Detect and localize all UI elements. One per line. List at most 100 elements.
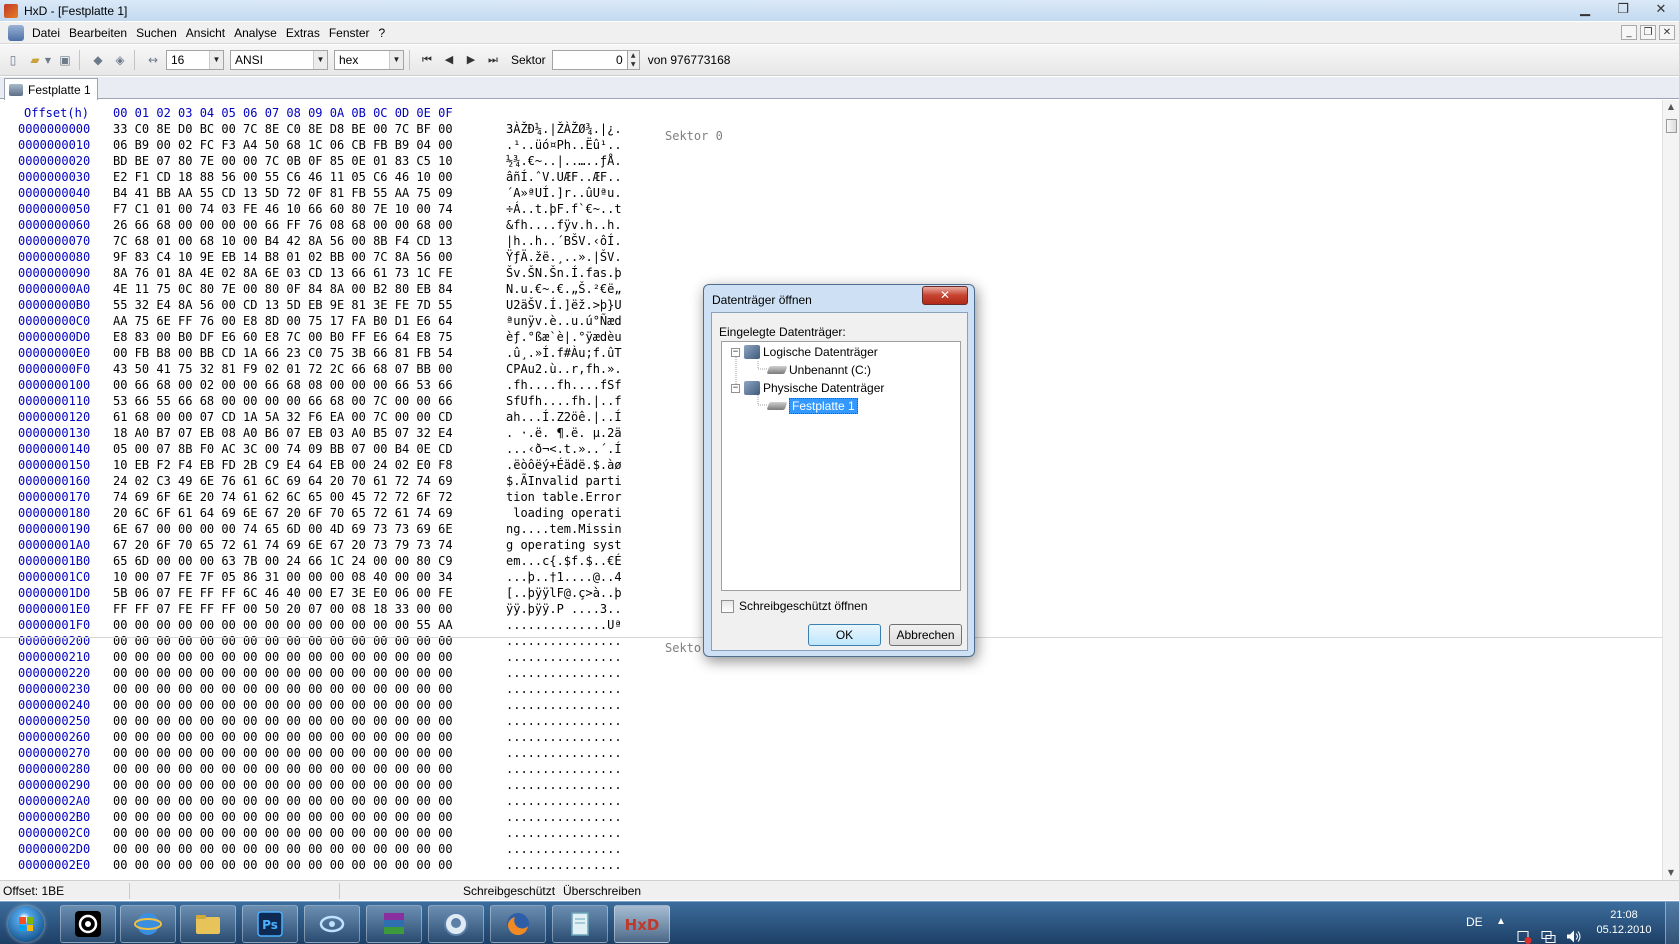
row-offset[interactable]: 0000000260 <box>18 729 90 745</box>
open-folder-icon[interactable]: ▰ <box>26 51 44 69</box>
row-offset[interactable]: 0000000220 <box>18 665 90 681</box>
row-offset[interactable]: 0000000180 <box>18 505 90 521</box>
vertical-scrollbar[interactable]: ▲ ▼ <box>1662 100 1679 880</box>
row-text[interactable]: ................ <box>506 649 622 665</box>
network-icon[interactable] <box>1540 915 1556 944</box>
row-offset[interactable]: 0000000000 <box>18 121 90 137</box>
row-offset[interactable]: 0000000080 <box>18 249 90 265</box>
row-hex-bytes[interactable]: 05 00 07 8B F0 AC 3C 00 74 09 BB 07 00 B… <box>113 441 453 457</box>
row-hex-bytes[interactable]: 74 69 6F 6E 20 74 61 62 6C 65 00 45 72 7… <box>113 489 453 505</box>
taskbar-hxd[interactable]: HxD <box>614 905 670 943</box>
row-hex-bytes[interactable]: BD BE 07 80 7E 00 00 7C 0B 0F 85 0E 01 8… <box>113 153 453 169</box>
row-offset[interactable]: 00000002D0 <box>18 841 90 857</box>
row-offset[interactable]: 0000000200 <box>18 633 90 649</box>
document-close-button[interactable]: ✕ <box>1659 25 1675 40</box>
row-offset[interactable]: 00000001D0 <box>18 585 90 601</box>
close-button[interactable]: ✕ <box>1649 1 1673 18</box>
row-text[interactable]: .fh....fh....fSf <box>506 377 622 393</box>
row-text[interactable]: ÷Á..t.þF.f`€~..t <box>506 201 622 217</box>
row-offset[interactable]: 00000001F0 <box>18 617 90 633</box>
document-minimize-button[interactable]: _ <box>1621 25 1637 40</box>
row-offset[interactable]: 0000000230 <box>18 681 90 697</box>
taskbar-steam[interactable] <box>60 905 116 943</box>
row-hex-bytes[interactable]: 24 02 C3 49 6E 76 61 6C 69 64 20 70 61 7… <box>113 473 453 489</box>
row-offset[interactable]: 00000000A0 <box>18 281 90 297</box>
row-offset[interactable]: 00000001A0 <box>18 537 90 553</box>
tab-festplatte-1[interactable]: Festplatte 1 <box>4 78 98 100</box>
collapse-icon[interactable]: − <box>731 383 740 393</box>
scroll-down-icon[interactable]: ▼ <box>1663 866 1679 880</box>
row-hex-bytes[interactable]: 18 A0 B7 07 EB 08 A0 B6 07 EB 03 A0 B5 0… <box>113 425 453 441</box>
row-hex-bytes[interactable]: FF FF 07 FE FF FF 00 50 20 07 00 08 18 3… <box>113 601 453 617</box>
row-hex-bytes[interactable]: 6E 67 00 00 00 00 74 65 6D 00 4D 69 73 7… <box>113 521 453 537</box>
row-hex-bytes[interactable]: 00 00 00 00 00 00 00 00 00 00 00 00 00 0… <box>113 825 453 841</box>
row-hex-bytes[interactable]: B4 41 BB AA 55 CD 13 5D 72 0F 81 FB 55 A… <box>113 185 453 201</box>
row-text[interactable]: CPAu2.ù..r,fh.». <box>506 361 622 377</box>
ok-button[interactable]: OK <box>808 624 881 646</box>
readonly-option[interactable]: Schreibgeschützt öffnen <box>721 599 868 613</box>
last-sector-icon[interactable]: ⏭ <box>483 50 503 70</box>
action-center-icon[interactable] <box>1516 915 1532 944</box>
row-text[interactable]: ................ <box>506 825 622 841</box>
row-offset[interactable]: 00000001E0 <box>18 601 90 617</box>
row-hex-bytes[interactable]: 00 00 00 00 00 00 00 00 00 00 00 00 00 0… <box>113 649 453 665</box>
row-offset[interactable]: 00000000D0 <box>18 329 90 345</box>
row-hex-bytes[interactable]: 26 66 68 00 00 00 00 66 FF 76 08 68 00 0… <box>113 217 453 233</box>
readonly-checkbox[interactable] <box>721 599 734 613</box>
taskbar-eye-app[interactable] <box>304 905 360 943</box>
minimize-button[interactable]: ▁ <box>1573 1 1597 18</box>
row-text[interactable]: ½¾.€~..|..…..ƒÅ. <box>506 153 622 169</box>
row-text[interactable]: $.ÃInvalid parti <box>506 473 622 489</box>
disk-icon[interactable]: ◆ <box>89 51 107 69</box>
row-text[interactable]: ................ <box>506 761 622 777</box>
row-offset[interactable]: 0000000170 <box>18 489 90 505</box>
cancel-button[interactable]: Abbrechen <box>889 624 962 646</box>
row-hex-bytes[interactable]: 00 00 00 00 00 00 00 00 00 00 00 00 00 0… <box>113 681 453 697</box>
collapse-icon[interactable]: − <box>731 347 740 357</box>
row-offset[interactable]: 00000002C0 <box>18 825 90 841</box>
row-text[interactable]: .ëòôëý+Éädë.$.àø <box>506 457 622 473</box>
row-hex-bytes[interactable]: 00 00 00 00 00 00 00 00 00 00 00 00 00 0… <box>113 633 453 649</box>
row-offset[interactable]: 0000000100 <box>18 377 90 393</box>
row-hex-bytes[interactable]: 55 32 E4 8A 56 00 CD 13 5D EB 9E 81 3E F… <box>113 297 453 313</box>
row-offset[interactable]: 00000000C0 <box>18 313 90 329</box>
row-hex-bytes[interactable]: 61 68 00 00 07 CD 1A 5A 32 F6 EA 00 7C 0… <box>113 409 453 425</box>
row-offset[interactable]: 0000000030 <box>18 169 90 185</box>
row-offset[interactable]: 0000000110 <box>18 393 90 409</box>
row-offset[interactable]: 00000000B0 <box>18 297 90 313</box>
row-text[interactable]: ................ <box>506 729 622 745</box>
scroll-up-icon[interactable]: ▲ <box>1663 100 1679 114</box>
row-hex-bytes[interactable]: 00 00 00 00 00 00 00 00 00 00 00 00 00 0… <box>113 697 453 713</box>
row-text[interactable]: tion table.Error <box>506 489 622 505</box>
row-offset[interactable]: 0000000150 <box>18 457 90 473</box>
row-text[interactable]: ...‹ð¬<.t.»..´.Í <box>506 441 622 457</box>
row-hex-bytes[interactable]: 8A 76 01 8A 4E 02 8A 6E 03 CD 13 66 61 7… <box>113 265 453 281</box>
taskbar-winrar[interactable] <box>366 905 422 943</box>
row-offset[interactable]: 00000000E0 <box>18 345 90 361</box>
row-offset[interactable]: 00000000F0 <box>18 361 90 377</box>
row-hex-bytes[interactable]: 10 00 07 FE 7F 05 86 31 00 00 00 08 40 0… <box>113 569 453 585</box>
dialog-close-button[interactable]: ✕ <box>922 286 968 305</box>
row-offset[interactable]: 00000002E0 <box>18 857 90 873</box>
row-offset[interactable]: 00000002B0 <box>18 809 90 825</box>
ram-icon[interactable]: ◈ <box>111 51 129 69</box>
row-text[interactable]: ah...Í.Z2öê.|..Í <box>506 409 622 425</box>
taskbar-ie[interactable] <box>120 905 176 943</box>
disk-tree[interactable]: − Logische Datenträger Unbenannt (C:) − … <box>721 341 961 591</box>
row-text[interactable]: ................ <box>506 777 622 793</box>
row-offset[interactable]: 0000000060 <box>18 217 90 233</box>
row-text[interactable]: SfUfh....fh.|..f <box>506 393 622 409</box>
row-offset[interactable]: 0000000290 <box>18 777 90 793</box>
save-icon[interactable]: ▣ <box>56 51 74 69</box>
row-text[interactable]: ................ <box>506 745 622 761</box>
row-text[interactable]: |h..h..´BŠV.‹ôÍ. <box>506 233 622 249</box>
row-hex-bytes[interactable]: 53 66 55 66 68 00 00 00 00 66 68 00 7C 0… <box>113 393 453 409</box>
previous-sector-icon[interactable]: ◀ <box>439 50 459 70</box>
row-offset[interactable]: 00000002A0 <box>18 793 90 809</box>
row-hex-bytes[interactable]: 00 00 00 00 00 00 00 00 00 00 00 00 00 0… <box>113 809 453 825</box>
row-text[interactable]: &fh....fÿv.h..h. <box>506 217 622 233</box>
tree-node-festplatte-1[interactable]: Festplatte 1 <box>766 397 858 415</box>
menu-ansicht[interactable]: Ansicht <box>184 26 232 40</box>
maximize-button[interactable]: ❐ <box>1611 1 1635 18</box>
row-text[interactable]: ................ <box>506 793 622 809</box>
